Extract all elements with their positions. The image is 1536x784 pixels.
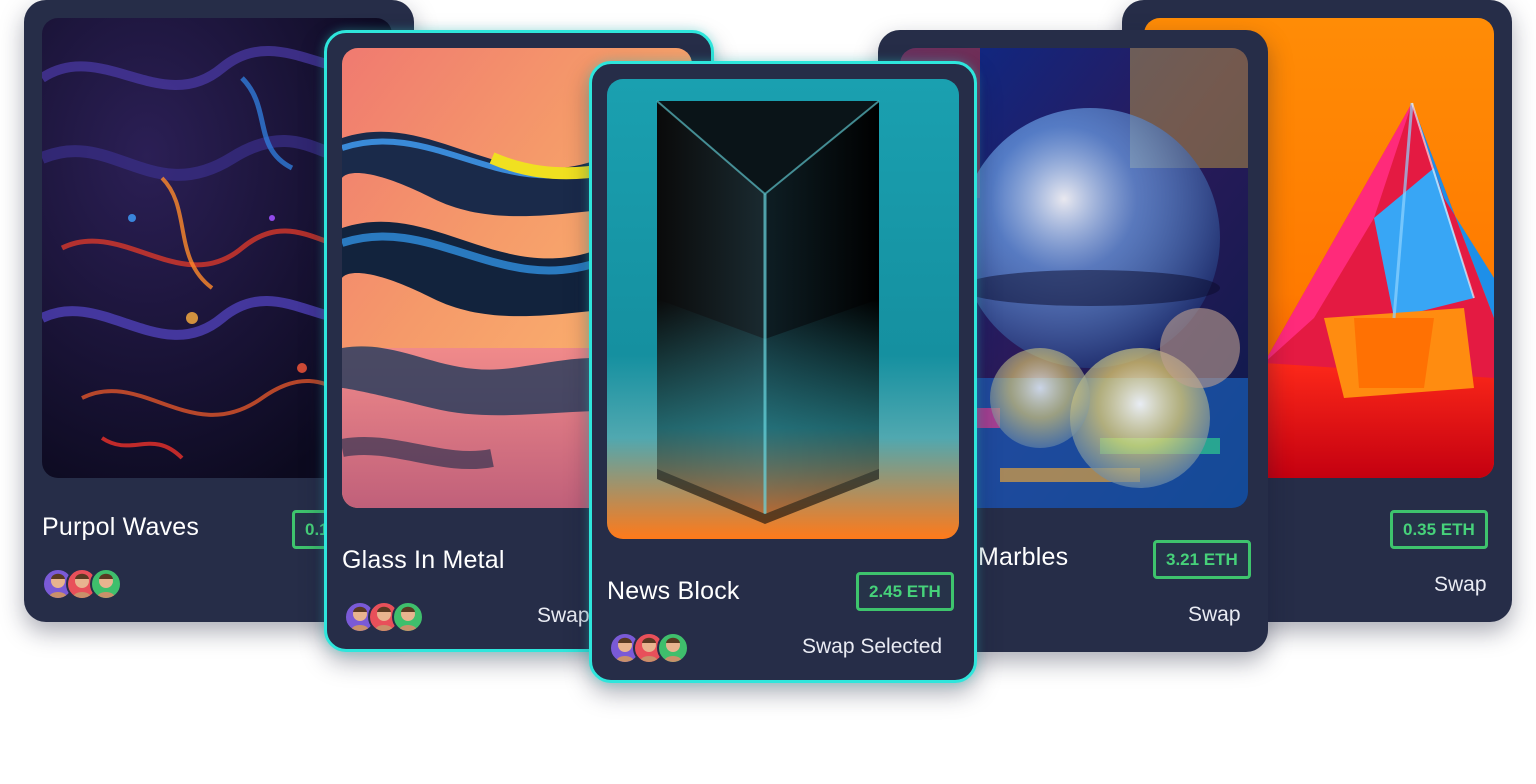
card-title: Glass In Metal	[342, 546, 505, 574]
price-badge: 0.35 ETH	[1390, 510, 1488, 549]
avatar-icon	[90, 568, 122, 600]
card-title: Purpol Waves	[42, 513, 200, 541]
swap-button[interactable]: Swap	[1434, 573, 1487, 597]
avatar-icon	[392, 601, 424, 633]
owner-avatars	[609, 632, 699, 664]
avatar-icon	[657, 632, 689, 664]
card-title: News Block	[607, 577, 740, 605]
nft-card-news-block[interactable]: News Block 2.45 ETH Swap Selected	[589, 61, 977, 683]
nft-artwork-news-block	[607, 79, 959, 539]
owner-avatars	[344, 601, 434, 633]
swap-selected-button[interactable]: Swap Selected	[802, 635, 942, 659]
card-title: Marbles	[978, 543, 1069, 571]
price-badge: 3.21 ETH	[1153, 540, 1251, 579]
price-badge: 2.45 ETH	[856, 572, 954, 611]
swap-button[interactable]: Swap	[1188, 603, 1241, 627]
swap-button[interactable]: Swap	[537, 604, 590, 628]
owner-avatars	[42, 568, 132, 600]
